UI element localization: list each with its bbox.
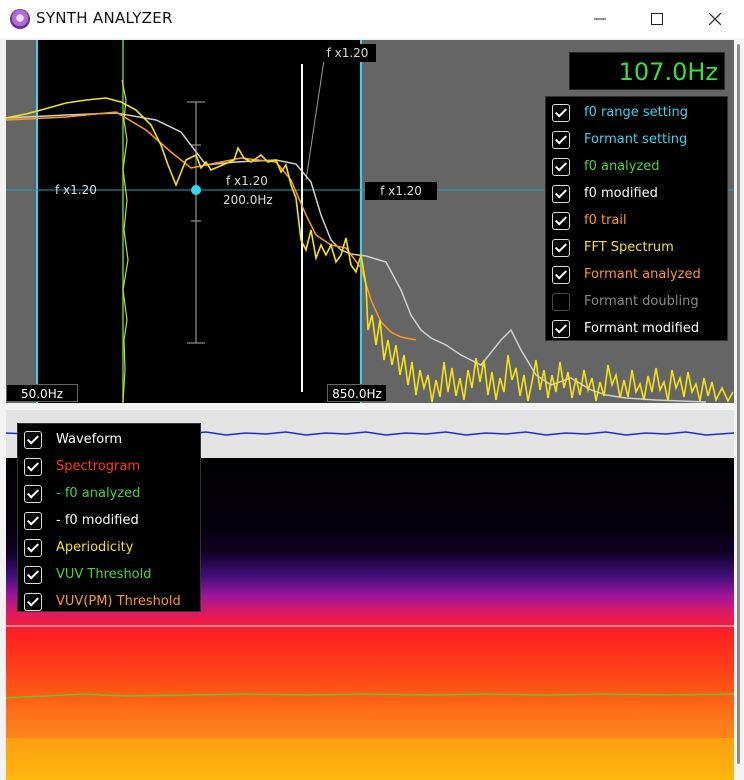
app-logo-icon — [10, 9, 30, 29]
spectrogram-legend-item[interactable]: Aperiodicity — [18, 534, 200, 561]
spectrum-legend-checkbox[interactable] — [552, 319, 570, 338]
fx-multiplier-center: f x1.20 — [226, 174, 268, 188]
f0-modified-value: 200.0Hz — [223, 193, 273, 207]
frequency-readout: 107.0Hz — [569, 52, 725, 90]
vertical-scrollbar[interactable] — [734, 40, 744, 780]
spectrum-legend-label: f0 trail — [584, 213, 627, 228]
maximize-icon — [651, 13, 663, 25]
spectrum-legend-item[interactable]: f0 trail — [546, 207, 727, 234]
spectrum-legend-label: Formant modified — [584, 321, 700, 336]
spectrum-legend-checkbox[interactable] — [552, 211, 570, 230]
spectrum-legend-item[interactable]: f0 analyzed — [546, 153, 727, 180]
spectrum-legend: f0 range setting Formant setting f0 analyz… — [545, 96, 728, 341]
spectrogram-legend-item[interactable]: VUV Threshold — [18, 561, 200, 588]
fx-multiplier-top: f x1.20 — [319, 44, 376, 62]
minimize-icon — [594, 18, 606, 20]
spectrogram-legend-checkbox[interactable] — [24, 457, 42, 476]
spectrogram-legend-checkbox[interactable] — [24, 538, 42, 557]
spectrum-legend-item[interactable]: f0 range setting — [546, 99, 727, 126]
maximize-button[interactable] — [628, 0, 686, 38]
scrollbar-thumb[interactable] — [737, 44, 740, 764]
spectrum-legend-checkbox[interactable] — [552, 292, 570, 311]
spectrum-legend-label: f0 analyzed — [584, 159, 660, 174]
spectrogram-legend-item[interactable]: - f0 modified — [18, 507, 200, 534]
title-bar: SYNTH ANALYZER — [0, 0, 744, 38]
f0-range-min-label: 50.0Hz — [6, 384, 78, 402]
spectrogram-legend-checkbox[interactable] — [24, 430, 42, 449]
minimize-button[interactable] — [571, 0, 629, 38]
spectrum-legend-checkbox[interactable] — [552, 238, 570, 257]
spectrogram-legend-label: - f0 analyzed — [56, 486, 141, 501]
spectrogram-legend-label: Waveform — [56, 432, 122, 447]
spectrum-legend-checkbox[interactable] — [552, 157, 570, 176]
f0-modified-handle[interactable] — [191, 185, 201, 195]
spectrum-legend-label: f0 modified — [584, 186, 658, 201]
spectrum-legend-label: Formant doubling — [584, 294, 699, 309]
spectrum-legend-checkbox[interactable] — [552, 184, 570, 203]
f0-analyzed-track — [6, 693, 734, 699]
spectrum-legend-label: f0 range setting — [584, 105, 688, 120]
spectrogram-legend-label: Spectrogram — [56, 459, 140, 474]
spectrum-panel[interactable]: 107.0Hz f x1.20 f x1.20 f x1.20 f x1.20 … — [6, 40, 734, 403]
spectrogram-legend-checkbox[interactable] — [24, 511, 42, 530]
spectrum-legend-item[interactable]: FFT Spectrum — [546, 234, 727, 261]
spectrogram-legend-label: VUV Threshold — [56, 567, 152, 582]
spectrogram-legend-checkbox[interactable] — [24, 592, 42, 611]
spectrum-legend-checkbox[interactable] — [552, 265, 570, 284]
spectrogram-legend-checkbox[interactable] — [24, 484, 42, 503]
spectrogram-legend-checkbox[interactable] — [24, 565, 42, 584]
spectrum-legend-checkbox[interactable] — [552, 130, 570, 149]
spectrogram-legend-item[interactable]: - f0 analyzed — [18, 480, 200, 507]
spectrum-legend-item[interactable]: Formant analyzed — [546, 261, 727, 288]
spectrogram-legend-item[interactable]: VUV(PM) Threshold — [18, 588, 200, 615]
spectrum-legend-item[interactable]: Formant setting — [546, 126, 727, 153]
spectrum-legend-label: Formant setting — [584, 132, 688, 147]
spectrogram-legend-label: - f0 modified — [56, 513, 139, 528]
fx-multiplier-left: f x1.20 — [55, 183, 97, 197]
spectrogram-legend-label: Aperiodicity — [56, 540, 134, 555]
fx-multiplier-right: f x1.20 — [365, 182, 437, 200]
aperiodicity-band — [6, 738, 734, 780]
spectrum-legend-item[interactable]: Formant doubling — [546, 288, 727, 315]
spectrogram-legend-label: VUV(PM) Threshold — [56, 594, 181, 609]
f0-range-max-label: 850.0Hz — [327, 384, 387, 402]
window-title: SYNTH ANALYZER — [36, 9, 173, 27]
spectrum-legend-label: FFT Spectrum — [584, 240, 674, 255]
spectrogram-panel[interactable]: Waveform Spectrogram - f0 analyzed - f0 mod… — [5, 410, 735, 780]
analyzer-main: 107.0Hz f x1.20 f x1.20 f x1.20 f x1.20 … — [5, 40, 735, 780]
spectrum-legend-item[interactable]: f0 modified — [546, 180, 727, 207]
spectrogram-legend-item[interactable]: Spectrogram — [18, 453, 200, 480]
spectrum-legend-item[interactable]: Formant modified — [546, 315, 727, 342]
spectrum-legend-label: Formant analyzed — [584, 267, 701, 282]
close-icon — [709, 13, 721, 25]
spectrum-legend-checkbox[interactable] — [552, 103, 570, 122]
spectrogram-legend-item[interactable]: Waveform — [18, 426, 200, 453]
spectrogram-legend: Waveform Spectrogram - f0 analyzed - f0 mod… — [17, 423, 201, 612]
close-button[interactable] — [686, 0, 744, 38]
